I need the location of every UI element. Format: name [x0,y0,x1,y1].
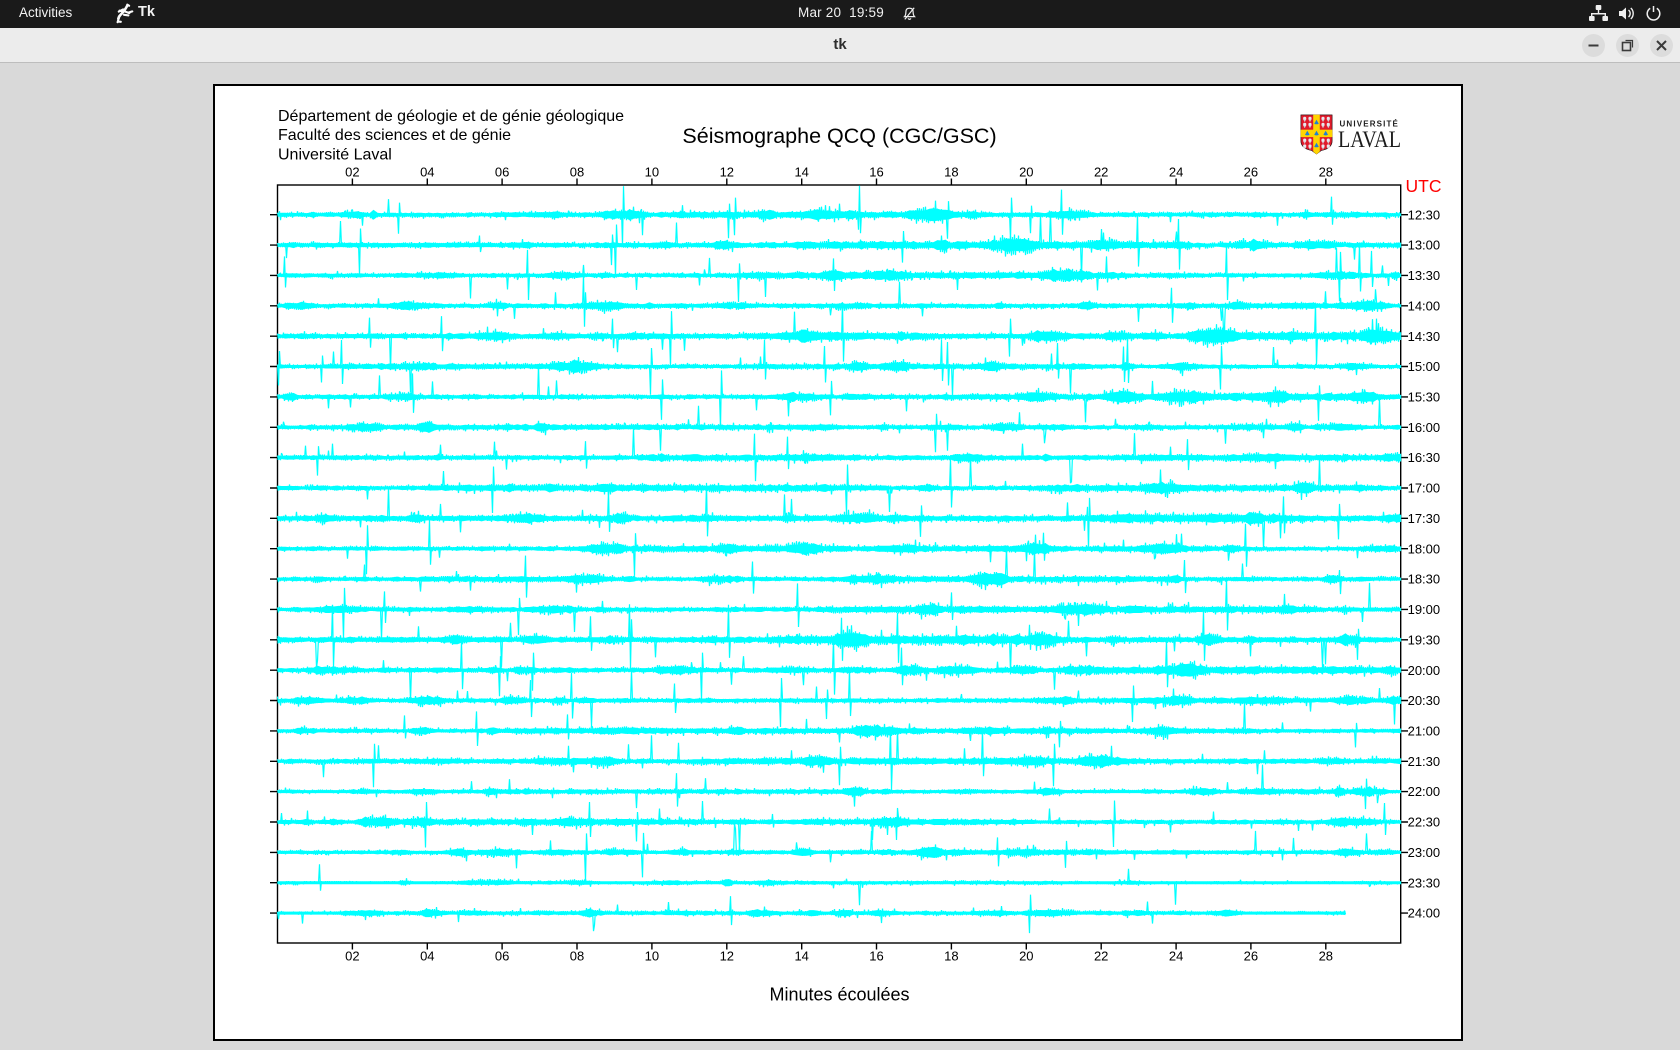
svg-text:19:00: 19:00 [1408,602,1441,617]
svg-text:22:30: 22:30 [1408,815,1441,830]
svg-text:LAVAL: LAVAL [1338,127,1401,153]
svg-text:Minutes écoulées: Minutes écoulées [769,985,909,1005]
svg-text:15:00: 15:00 [1408,359,1441,374]
svg-text:13:30: 13:30 [1408,268,1441,283]
svg-text:23:30: 23:30 [1408,875,1441,890]
svg-text:23:00: 23:00 [1408,845,1441,860]
svg-text:18: 18 [944,948,958,963]
svg-text:20:00: 20:00 [1408,663,1441,678]
svg-text:24:00: 24:00 [1408,906,1441,921]
svg-text:14:00: 14:00 [1408,298,1441,313]
svg-text:21:30: 21:30 [1408,754,1441,769]
svg-text:10: 10 [645,948,659,963]
svg-text:17:00: 17:00 [1408,481,1441,496]
svg-text:16: 16 [869,165,883,180]
svg-text:22: 22 [1094,948,1108,963]
svg-text:12:30: 12:30 [1408,207,1441,222]
svg-text:Faculté des sciences et de gén: Faculté des sciences et de génie [278,127,511,144]
svg-text:14:30: 14:30 [1408,329,1441,344]
svg-text:13:00: 13:00 [1408,238,1441,253]
svg-text:22: 22 [1094,165,1108,180]
svg-text:18:30: 18:30 [1408,572,1441,587]
svg-text:16: 16 [869,948,883,963]
svg-text:10: 10 [645,165,659,180]
svg-text:16:30: 16:30 [1408,450,1441,465]
svg-text:08: 08 [570,948,584,963]
svg-text:26: 26 [1244,165,1258,180]
svg-text:UTC: UTC [1406,176,1442,196]
svg-text:22:00: 22:00 [1408,784,1441,799]
svg-text:14: 14 [794,165,808,180]
svg-text:02: 02 [345,165,359,180]
svg-text:08: 08 [570,165,584,180]
svg-text:19:30: 19:30 [1408,632,1441,647]
svg-text:24: 24 [1169,165,1183,180]
svg-text:17:30: 17:30 [1408,511,1441,526]
svg-text:20: 20 [1019,165,1033,180]
svg-text:20: 20 [1019,948,1033,963]
svg-text:24: 24 [1169,948,1183,963]
svg-text:06: 06 [495,948,509,963]
svg-text:21:00: 21:00 [1408,724,1441,739]
svg-text:Séismographe QCQ (CGC/GSC): Séismographe QCQ (CGC/GSC) [682,124,996,148]
svg-text:15:30: 15:30 [1408,390,1441,405]
svg-text:04: 04 [420,165,434,180]
svg-text:28: 28 [1319,165,1333,180]
svg-text:26: 26 [1244,948,1258,963]
svg-text:18: 18 [944,165,958,180]
svg-text:12: 12 [720,948,734,963]
svg-text:16:00: 16:00 [1408,420,1441,435]
svg-text:04: 04 [420,948,434,963]
svg-text:Département de géologie et de: Département de géologie et de génie géol… [278,108,624,125]
svg-text:28: 28 [1319,948,1333,963]
svg-text:12: 12 [720,165,734,180]
svg-text:06: 06 [495,165,509,180]
svg-text:20:30: 20:30 [1408,693,1441,708]
svg-text:14: 14 [794,948,808,963]
svg-text:02: 02 [345,948,359,963]
svg-text:Université Laval: Université Laval [278,146,392,163]
svg-text:18:00: 18:00 [1408,541,1441,556]
